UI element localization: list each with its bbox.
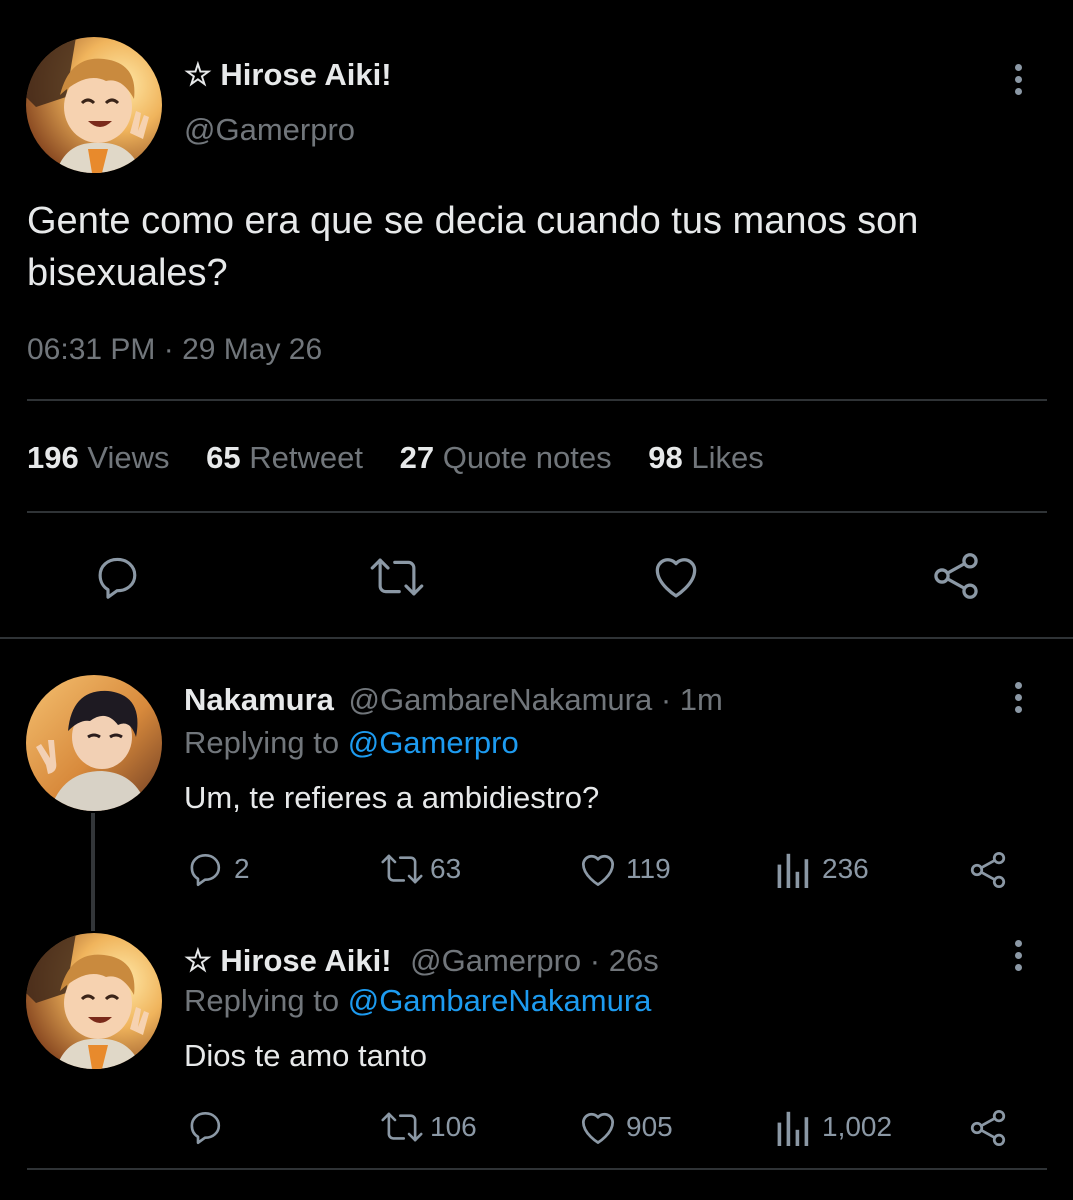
likes-label: Likes — [691, 440, 764, 475]
retweet-button[interactable] — [378, 1106, 426, 1153]
reply-header: Nakamura @GambareNakamura · 1m — [184, 682, 723, 718]
tweet-stats: 196 Views 65 Retweet 27 Quote notes 98 L… — [27, 440, 764, 476]
reply-text: Um, te refieres a ambidiestro? — [184, 780, 600, 815]
reply-button[interactable] — [184, 1106, 226, 1153]
like-button[interactable] — [576, 1105, 620, 1154]
reply-button[interactable] — [90, 550, 144, 609]
retweet-icon — [381, 854, 423, 884]
replying-to-link[interactable]: @GambareNakamura — [348, 983, 652, 1018]
views-button[interactable] — [774, 850, 810, 895]
share-button[interactable] — [966, 848, 1010, 897]
more-options-icon[interactable] — [1010, 64, 1026, 95]
views-icon — [777, 853, 809, 888]
author-handle-time[interactable]: @Gamerpro · 26s — [410, 943, 659, 978]
author-name[interactable]: ☆ Hirose Aiki! — [184, 943, 392, 978]
reply-count: 2 — [234, 853, 250, 884]
retweet-count: 63 — [430, 853, 462, 884]
replying-to-label: Replying to — [184, 725, 340, 760]
reply-button[interactable] — [184, 848, 226, 895]
retweet-count: 65 — [206, 440, 241, 475]
section-divider — [0, 637, 1073, 639]
more-options-icon[interactable] — [1010, 682, 1026, 713]
avatar[interactable] — [26, 37, 162, 173]
tweet-text-line: bisexuales? — [27, 252, 228, 294]
author-handle[interactable]: @Gamerpro — [184, 112, 355, 148]
like-button[interactable] — [576, 847, 620, 896]
quote-label: Quote notes — [442, 440, 612, 475]
divider — [27, 511, 1047, 513]
divider — [27, 399, 1047, 401]
share-button[interactable] — [928, 548, 984, 609]
views-count: 196 — [27, 440, 79, 475]
retweet-icon — [381, 1112, 423, 1142]
replying-to: Replying to @GambareNakamura — [184, 983, 651, 1019]
like-button[interactable] — [648, 548, 704, 609]
thread-connector — [91, 813, 95, 931]
views-count: 1,002 — [822, 1111, 893, 1142]
retweet-stat[interactable]: 65 Retweet — [206, 440, 371, 475]
views-stat[interactable]: 196 Views — [27, 440, 178, 475]
retweet-button[interactable] — [378, 848, 426, 895]
share-icon — [970, 1109, 1006, 1147]
like-icon — [655, 558, 697, 598]
like-icon — [581, 1112, 615, 1144]
reply-icon — [190, 854, 221, 887]
views-button[interactable] — [774, 1108, 810, 1153]
reply-header: ☆ Hirose Aiki! @Gamerpro · 26s — [184, 943, 659, 979]
retweet-label: Retweet — [249, 440, 363, 475]
quote-count: 27 — [399, 440, 435, 475]
avatar[interactable] — [26, 675, 162, 811]
share-icon — [970, 851, 1006, 889]
retweet-count: 106 — [430, 1111, 477, 1142]
avatar[interactable] — [26, 933, 162, 1069]
like-count: 119 — [626, 853, 671, 884]
tweet-timestamp[interactable]: 06:31 PM · 29 May 26 — [27, 333, 322, 367]
quote-stat[interactable]: 27 Quote notes — [400, 440, 621, 475]
share-icon — [934, 553, 978, 599]
tweet-text: Gente como era que se decia cuando tus m… — [27, 195, 918, 299]
replying-to: Replying to @Gamerpro — [184, 725, 519, 761]
more-options-icon[interactable] — [1010, 940, 1026, 971]
retweet-icon — [370, 558, 424, 596]
like-count: 905 — [626, 1111, 673, 1142]
views-label: Views — [87, 440, 170, 475]
replying-to-link[interactable]: @Gamerpro — [348, 725, 519, 760]
views-count: 236 — [822, 853, 869, 884]
author-name[interactable]: Nakamura — [184, 682, 334, 717]
views-icon — [777, 1111, 809, 1146]
reply-icon — [190, 1112, 221, 1145]
likes-stat[interactable]: 98 Likes — [648, 440, 763, 475]
share-button[interactable] — [966, 1106, 1010, 1155]
author-handle-time[interactable]: @GambareNakamura · 1m — [349, 682, 723, 717]
author-name[interactable]: ☆ Hirose Aiki! — [184, 57, 392, 93]
retweet-button[interactable] — [367, 550, 427, 609]
likes-count: 98 — [648, 440, 683, 475]
divider — [27, 1168, 1047, 1170]
like-icon — [581, 854, 615, 886]
reply-icon — [98, 557, 137, 599]
reply-text: Dios te amo tanto — [184, 1038, 427, 1073]
tweet-text-line: Gente como era que se decia cuando tus m… — [27, 200, 919, 242]
replying-to-label: Replying to — [184, 983, 340, 1018]
